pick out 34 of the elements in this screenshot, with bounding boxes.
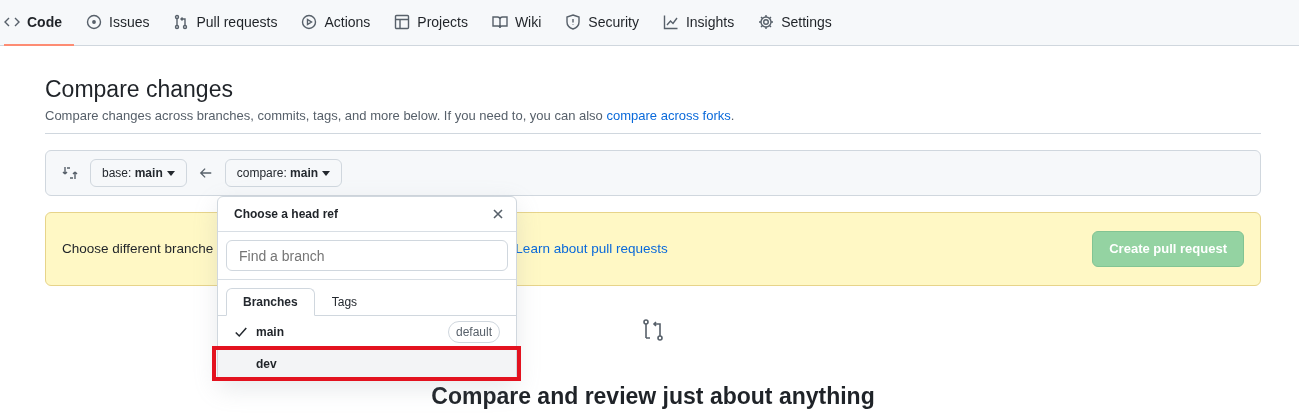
- pull-request-icon: [173, 14, 190, 30]
- book-icon: [491, 14, 508, 30]
- page-title: Compare changes: [45, 76, 234, 104]
- settings-icon: [758, 14, 775, 30]
- repo-tab[interactable]: Code: [4, 0, 74, 46]
- circle-dot-icon: [86, 14, 102, 30]
- branch-name: main: [256, 323, 284, 341]
- play-icon: [301, 14, 318, 30]
- repo-tab[interactable]: Issues: [86, 0, 162, 46]
- arrow-left-icon: [198, 166, 213, 181]
- branch-name: dev: [256, 355, 277, 373]
- repo-tab[interactable]: Wiki: [491, 0, 554, 46]
- caret-icon: [322, 170, 331, 176]
- dropdown-title: Choose a head ref: [234, 206, 339, 223]
- repo-tab[interactable]: Actions: [301, 0, 383, 46]
- compare-branch-button[interactable]: compare: main: [224, 159, 343, 188]
- branch-search-field[interactable]: Find a branch: [226, 240, 508, 271]
- repo-tab[interactable]: Security: [565, 0, 651, 46]
- base-branch-button[interactable]: base: main: [90, 159, 187, 188]
- caret-icon: [166, 170, 175, 176]
- branch-item[interactable]: main default: [218, 316, 516, 348]
- shield-icon: [565, 14, 582, 30]
- page-description: Compare changes across branches, commits, tags, and more below. If you need to, you can also compare across forks.: [45, 105, 1261, 135]
- forks-link[interactable]: compare across forks: [606, 107, 731, 123]
- graph-icon: [662, 14, 679, 30]
- blankslate-heading: Compare and review just about anything: [430, 383, 876, 410]
- banner-text: Choose different branche: [62, 239, 214, 258]
- table-icon: [394, 14, 411, 30]
- dropdown-tab[interactable]: Tags: [314, 288, 375, 316]
- repo-tab[interactable]: Settings: [758, 0, 844, 46]
- repo-tab[interactable]: Insights: [662, 0, 747, 46]
- repo-tab[interactable]: Pull requests: [173, 0, 290, 46]
- repo-tab[interactable]: Projects: [394, 0, 480, 46]
- dropdown-tab[interactable]: Branches: [226, 288, 315, 316]
